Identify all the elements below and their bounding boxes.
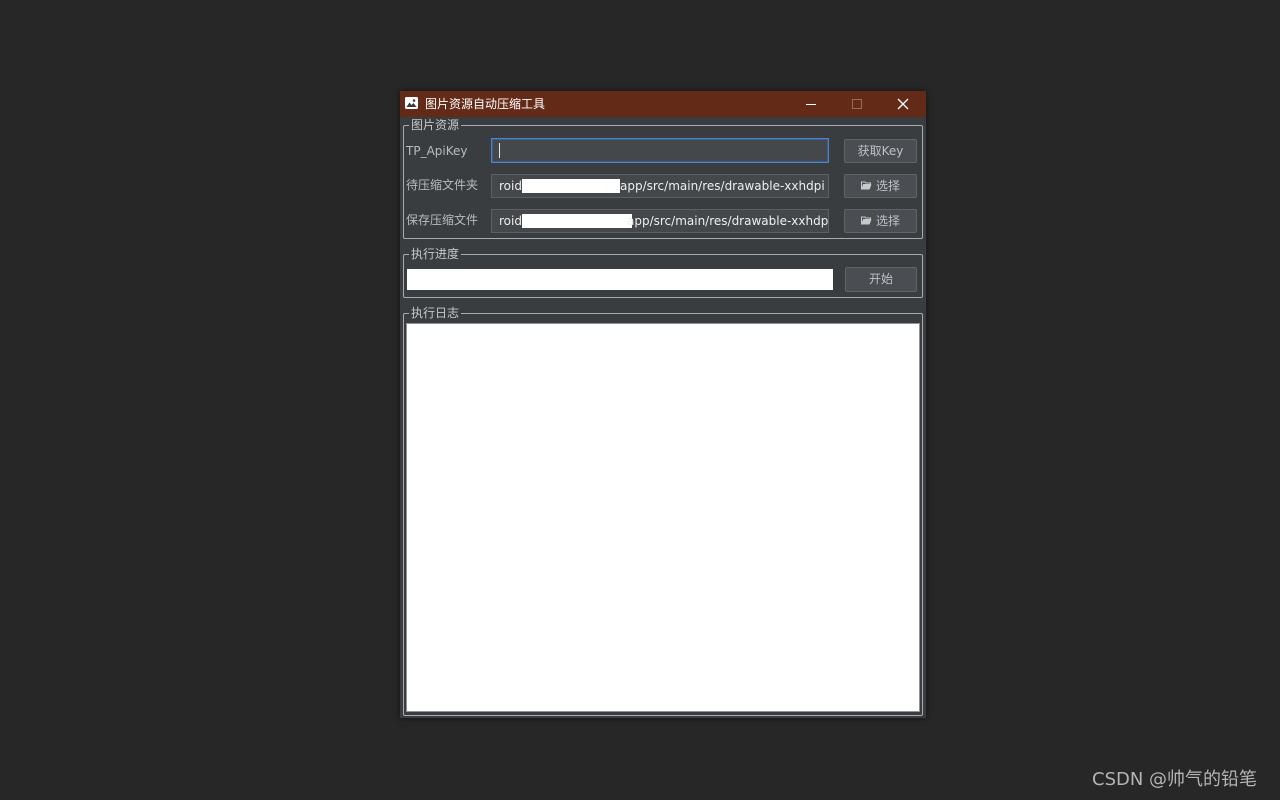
maximize-button[interactable]	[834, 91, 880, 117]
log-textarea[interactable]	[406, 323, 920, 712]
source-folder-label: 待压缩文件夹	[406, 178, 479, 192]
folder-icon	[860, 216, 872, 225]
minimize-icon	[806, 104, 816, 105]
log-group: 执行日志	[403, 306, 923, 716]
apikey-label: TP_ApiKey	[406, 144, 468, 158]
maximize-icon	[852, 99, 862, 109]
select-save-button[interactable]: 选择	[844, 209, 917, 233]
source-folder-input[interactable]: roid app/src/main/res/drawable-xxhdpi	[491, 174, 829, 198]
watermark: CSDN @帅气的铅笔	[1092, 769, 1258, 790]
source-folder-value-end: app/src/main/res/drawable-xxhdpi	[620, 179, 825, 193]
select-source-button[interactable]: 选择	[844, 174, 917, 198]
progress-group: 执行进度 开始	[403, 247, 923, 298]
select-label: 选择	[875, 179, 900, 193]
redaction-mark	[522, 214, 632, 228]
minimize-button[interactable]	[788, 91, 834, 117]
window-title: 图片资源自动压缩工具	[425, 97, 546, 111]
close-icon	[897, 98, 909, 110]
progress-bar	[407, 269, 833, 290]
redaction-mark	[522, 179, 620, 193]
apikey-input[interactable]	[491, 138, 829, 163]
text-caret	[499, 143, 500, 158]
save-folder-input[interactable]: roid app/src/main/res/drawable-xxhdpi	[491, 209, 829, 233]
save-folder-value-start: roid	[499, 214, 522, 228]
group-title: 执行日志	[409, 306, 462, 321]
group-title: 执行进度	[409, 247, 462, 262]
save-folder-label: 保存压缩文件	[406, 213, 479, 227]
start-button[interactable]: 开始	[845, 267, 917, 292]
select-label: 选择	[875, 214, 900, 228]
close-button[interactable]	[880, 91, 926, 117]
group-title: 图片资源	[409, 118, 462, 133]
save-folder-value-end: app/src/main/res/drawable-xxhdpi	[627, 214, 829, 228]
folder-icon	[860, 181, 872, 190]
title-bar[interactable]: 图片资源自动压缩工具	[400, 91, 926, 117]
get-key-button[interactable]: 获取Key	[844, 139, 917, 163]
image-source-group: 图片资源 TP_ApiKey 获取Key 待压缩文件夹 roid app/src…	[403, 118, 923, 239]
source-folder-value-start: roid	[499, 179, 522, 193]
app-window: 图片资源自动压缩工具 图片资源 TP_ApiKey 获取Key 待压缩文件夹 r…	[400, 91, 926, 718]
image-icon	[405, 97, 418, 109]
